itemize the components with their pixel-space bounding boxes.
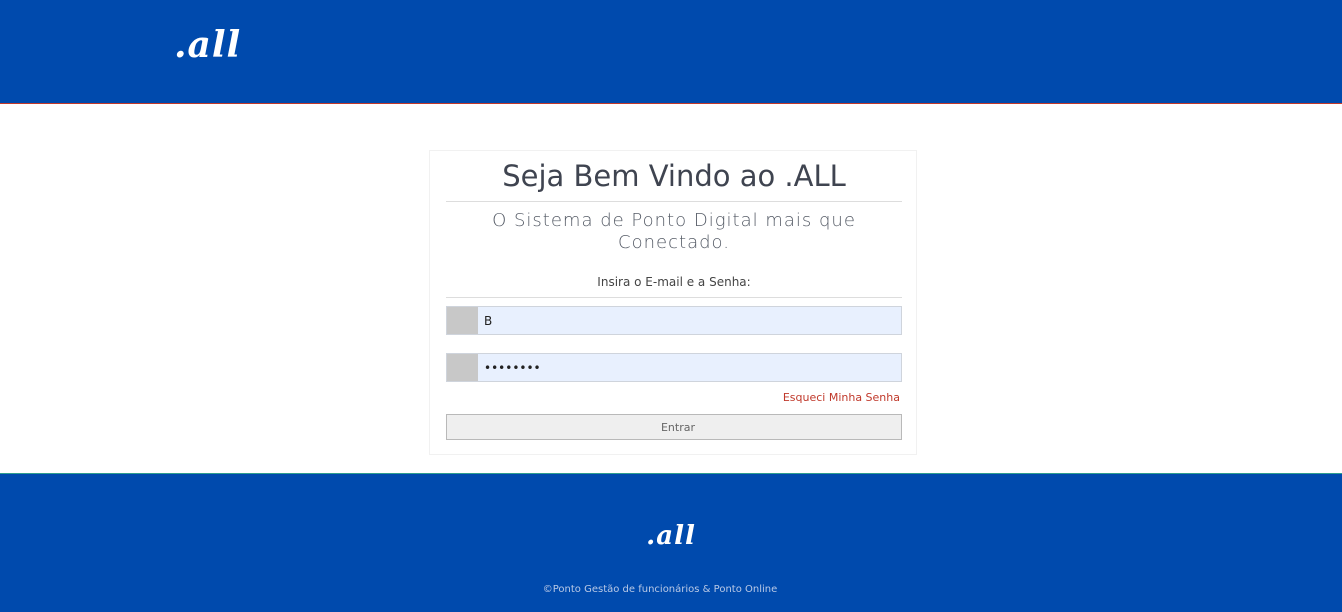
- login-card: Seja Bem Vindo ao .ALL O Sistema de Pont…: [429, 150, 917, 455]
- forgot-password-label: Esqueci Minha Senha: [782, 391, 900, 404]
- login-button[interactable]: Entrar: [446, 414, 902, 440]
- login-button-label: Entrar: [660, 420, 696, 434]
- page-title: Seja Bem Vindo ao .ALL: [502, 159, 846, 193]
- password-input[interactable]: ••••••••: [478, 354, 901, 381]
- email-field: B: [446, 306, 902, 335]
- brand-logo[interactable]: .all: [174, 24, 241, 66]
- footer-logo: .all: [646, 521, 696, 551]
- email-input[interactable]: B: [478, 307, 901, 334]
- top-header: .all: [0, 0, 1342, 104]
- login-instruction: Insira o E-mail e a Senha:: [597, 275, 751, 289]
- user-icon: [447, 307, 478, 334]
- password-field: ••••••••: [446, 353, 902, 382]
- title-divider: [446, 201, 902, 202]
- instruction-divider: [446, 297, 902, 298]
- footer: .all ©Ponto Gestão de funcionários & Pon…: [0, 473, 1342, 612]
- forgot-password-link[interactable]: Esqueci Minha Senha: [778, 391, 900, 404]
- page-subtitle: O Sistema de Ponto Digital mais que Cone…: [492, 210, 856, 253]
- copyright-text: ©Ponto Gestão de funcionários & Ponto On…: [542, 584, 778, 595]
- lock-icon: [447, 354, 478, 381]
